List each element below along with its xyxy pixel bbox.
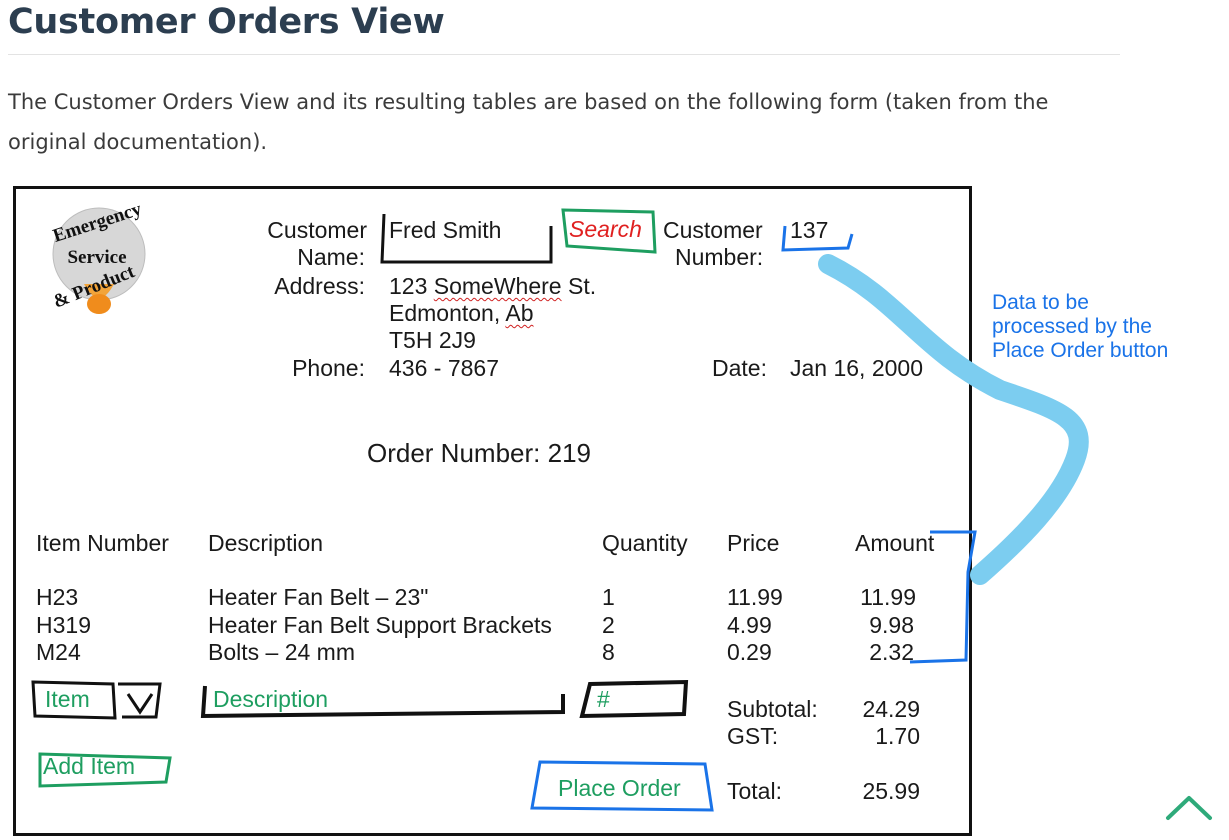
row-1-quantity: 1 bbox=[602, 584, 615, 610]
column-header-amount: Amount bbox=[855, 530, 935, 556]
row-2-quantity: 2 bbox=[602, 612, 615, 638]
item-input[interactable]: Item bbox=[45, 686, 90, 713]
search-button[interactable]: Search bbox=[569, 216, 642, 243]
customer-name-label-2: Name: bbox=[297, 244, 365, 270]
order-number: Order Number: 219 bbox=[367, 438, 591, 468]
row-2-amount: 9.98 bbox=[869, 612, 914, 638]
row-1-description: Heater Fan Belt – 23" bbox=[208, 584, 429, 610]
column-header-quantity: Quantity bbox=[602, 530, 688, 556]
title-divider bbox=[8, 54, 1120, 55]
phone-value: 436 - 7867 bbox=[389, 355, 499, 381]
annotation-line-1: Data to be bbox=[992, 291, 1089, 314]
customer-name-label-1: Customer bbox=[267, 217, 367, 243]
customer-number-field[interactable]: 137 bbox=[790, 217, 828, 244]
chevron-up-icon[interactable] bbox=[1164, 790, 1214, 822]
row-3-item: M24 bbox=[36, 639, 81, 665]
phone-label: Phone: bbox=[292, 355, 365, 381]
column-header-item-number: Item Number bbox=[36, 530, 169, 556]
row-2-price: 4.99 bbox=[727, 612, 772, 638]
place-order-button[interactable]: Place Order bbox=[558, 775, 681, 802]
page-title: Customer Orders View bbox=[8, 2, 445, 42]
customer-name-field[interactable]: Fred Smith bbox=[389, 217, 501, 244]
description-input[interactable]: Description bbox=[213, 686, 328, 713]
column-header-price: Price bbox=[727, 530, 780, 556]
row-1-amount: 11.99 bbox=[860, 584, 916, 610]
row-3-description: Bolts – 24 mm bbox=[208, 639, 355, 665]
row-1-item: H23 bbox=[36, 584, 79, 610]
customer-number-label-2: Number: bbox=[675, 244, 764, 270]
date-value: Jan 16, 2000 bbox=[790, 355, 924, 381]
gst-value: 1.70 bbox=[875, 723, 920, 749]
gst-label: GST: bbox=[727, 723, 779, 749]
address-label: Address: bbox=[274, 273, 365, 299]
row-3-amount: 2.32 bbox=[869, 639, 914, 665]
column-header-description: Description bbox=[208, 530, 324, 556]
customer-number-label-1: Customer bbox=[663, 217, 763, 243]
quantity-input[interactable]: # bbox=[597, 686, 610, 713]
row-3-price: 0.29 bbox=[727, 639, 772, 665]
row-1-price: 11.99 bbox=[727, 584, 783, 610]
row-2-item: H319 bbox=[36, 612, 91, 638]
add-item-button[interactable]: Add Item bbox=[43, 753, 135, 780]
row-2-description: Heater Fan Belt Support Brackets bbox=[208, 612, 552, 638]
intro-paragraph: The Customer Orders View and its resulti… bbox=[8, 90, 1049, 154]
company-logo: Emergency Service & Product bbox=[50, 198, 146, 314]
address-line-1: 123 SomeWhere St. bbox=[389, 273, 597, 299]
annotation-line-2: processed by the bbox=[992, 315, 1152, 338]
subtotal-label: Subtotal: bbox=[727, 696, 818, 722]
address-line-2: Edmonton, Ab bbox=[389, 300, 534, 326]
total-value: 25.99 bbox=[862, 778, 920, 804]
row-3-quantity: 8 bbox=[602, 639, 615, 665]
date-label: Date: bbox=[712, 355, 767, 381]
subtotal-value: 24.29 bbox=[862, 696, 920, 722]
logo-text-2: Service bbox=[67, 247, 126, 268]
annotation-line-3: Place Order button bbox=[992, 339, 1169, 362]
total-label: Total: bbox=[727, 778, 782, 804]
address-line-3: T5H 2J9 bbox=[389, 327, 476, 353]
